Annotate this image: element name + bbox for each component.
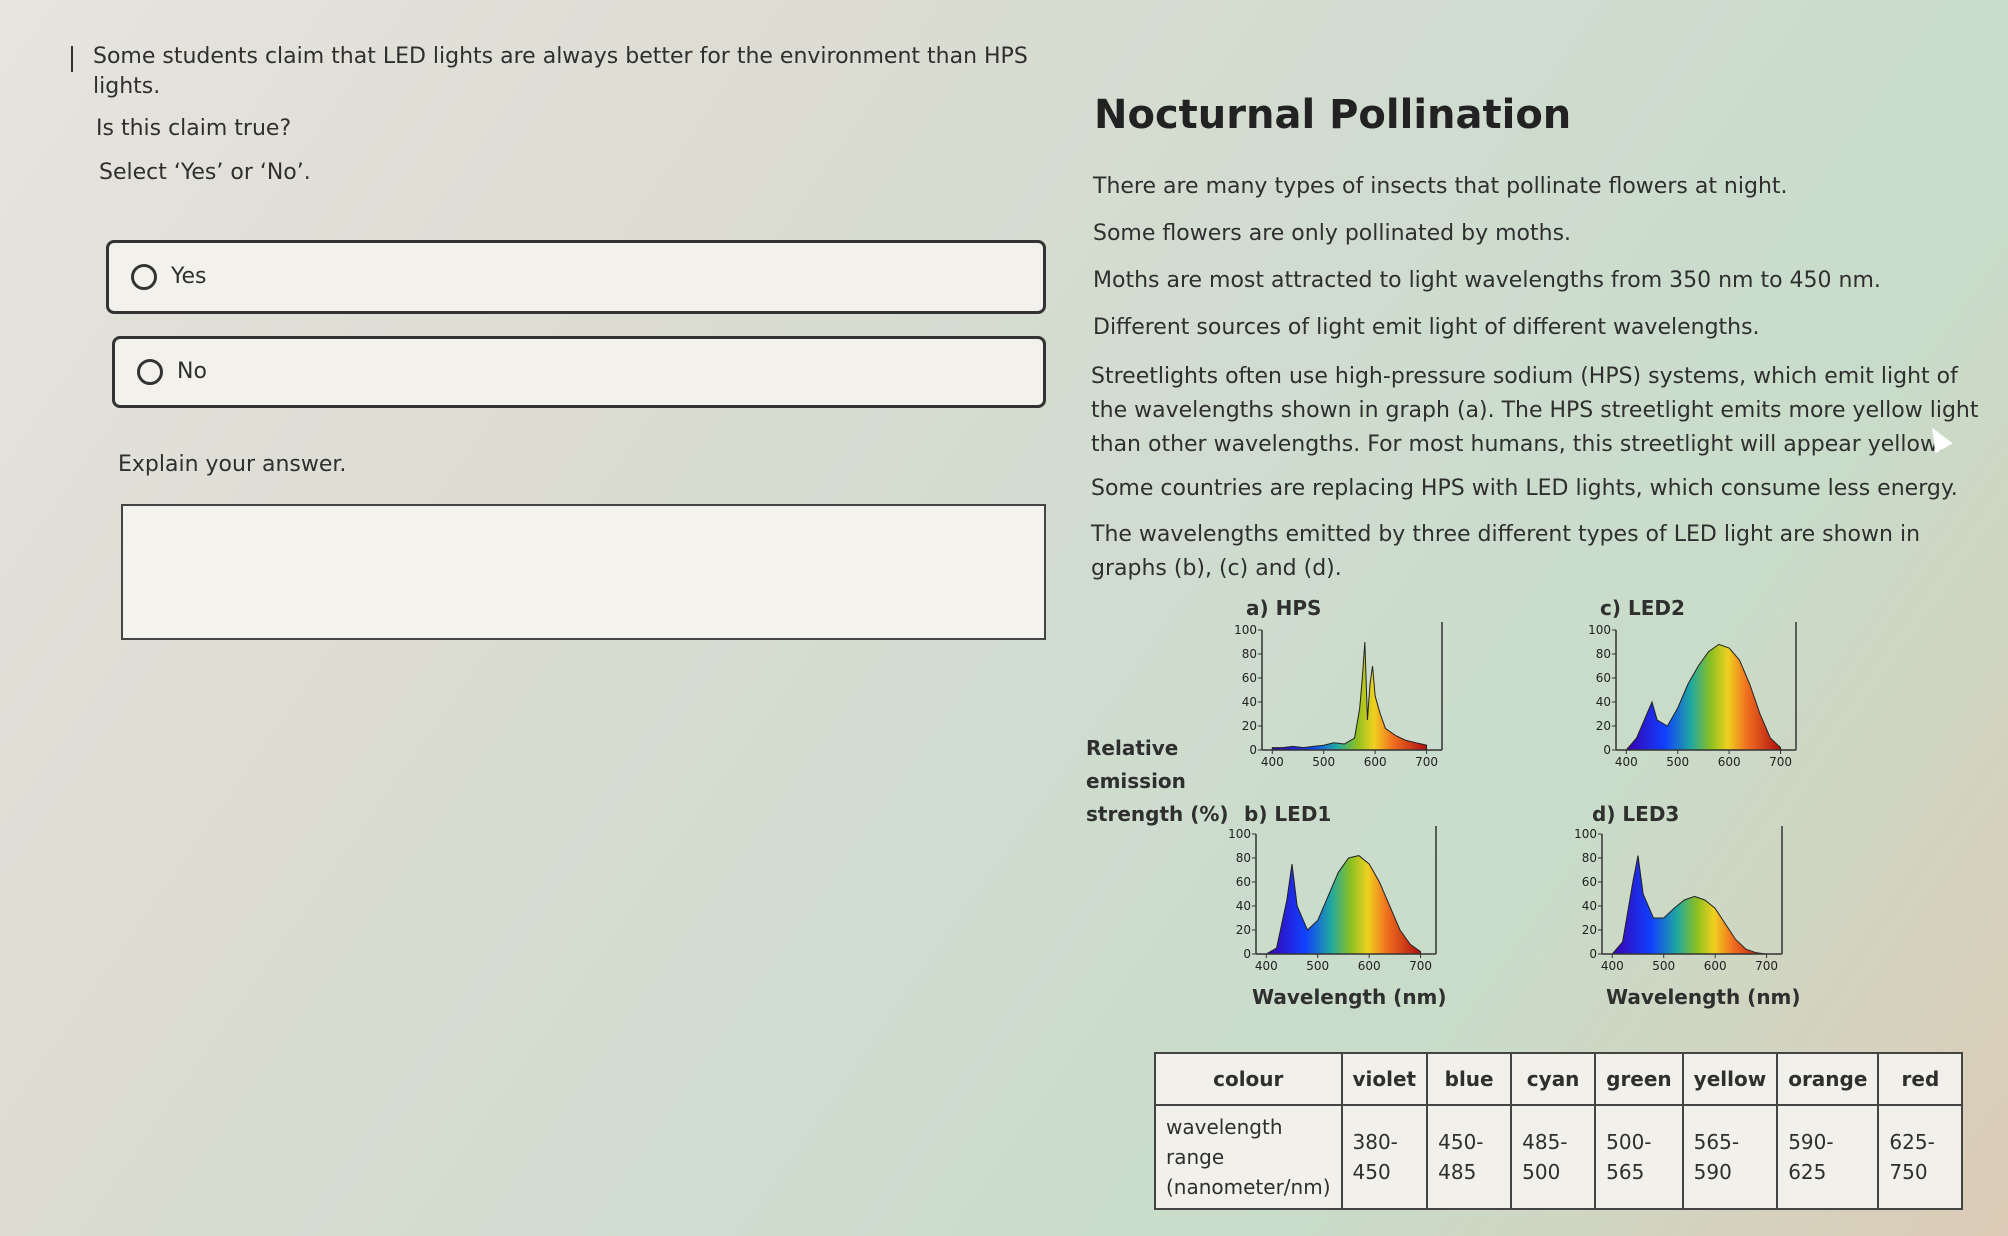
y-tick-label: 0 xyxy=(1243,947,1251,961)
table-header-cell: colour xyxy=(1154,1052,1343,1106)
question-instruction: Select ‘Yes’ or ‘No’. xyxy=(99,160,311,185)
y-tick-label: 80 xyxy=(1236,851,1251,865)
x-tick-label: 500 xyxy=(1306,959,1329,973)
spectrum-area xyxy=(1611,855,1767,955)
x-tick-label: 600 xyxy=(1704,959,1727,973)
x-axis-label-right: Wavelength (nm) xyxy=(1606,985,1801,1009)
x-tick-label: 500 xyxy=(1652,959,1675,973)
table-header-cell: green xyxy=(1594,1052,1684,1106)
y-tick-label: 40 xyxy=(1582,899,1597,913)
x-tick-label: 400 xyxy=(1261,755,1284,769)
y-tick-label: 40 xyxy=(1596,695,1611,709)
table-row-label: wavelength range (nanometer/nm) xyxy=(1154,1104,1343,1210)
x-tick-label: 500 xyxy=(1666,755,1689,769)
y-tick-label: 0 xyxy=(1603,743,1611,757)
table-cell: 450-485 xyxy=(1426,1104,1513,1210)
chart-title-hps: a) HPS xyxy=(1246,596,1322,620)
table-cell: 565-590 xyxy=(1681,1104,1779,1210)
y-tick-label: 60 xyxy=(1236,875,1251,889)
y-tick-label: 0 xyxy=(1249,743,1257,757)
option-no-label: No xyxy=(177,359,207,384)
y-tick-label: 60 xyxy=(1242,671,1257,685)
x-tick-label: 600 xyxy=(1364,755,1387,769)
table-header-cell: blue xyxy=(1426,1052,1513,1106)
x-tick-label: 400 xyxy=(1255,959,1278,973)
x-tick-label: 700 xyxy=(1755,959,1778,973)
y-tick-label: 20 xyxy=(1582,923,1597,937)
option-yes[interactable]: Yes xyxy=(106,240,1046,314)
table-header-cell: yellow xyxy=(1681,1052,1779,1106)
table-header-cell: violet xyxy=(1340,1052,1429,1106)
info-paragraph: Some countries are replacing HPS with LE… xyxy=(1091,476,1958,501)
y-tick-label: 100 xyxy=(1574,827,1597,841)
y-axis-label-line: emission xyxy=(1086,769,1186,793)
y-tick-label: 60 xyxy=(1582,875,1597,889)
spectrum-area xyxy=(1625,643,1782,751)
y-tick-label: 60 xyxy=(1596,671,1611,685)
table-cell: 485-500 xyxy=(1510,1104,1597,1210)
y-tick-label: 100 xyxy=(1234,623,1257,637)
table-cell: 590-625 xyxy=(1776,1104,1880,1210)
question-prompt: Some students claim that LED lights are … xyxy=(93,44,1028,99)
option-yes-label: Yes xyxy=(171,264,207,289)
y-axis-label: Relative emission strength (%) xyxy=(1086,732,1229,831)
x-tick-label: 400 xyxy=(1601,959,1624,973)
y-tick-label: 80 xyxy=(1596,647,1611,661)
info-paragraph: There are many types of insects that pol… xyxy=(1093,174,1788,199)
x-tick-label: 600 xyxy=(1718,755,1741,769)
option-no[interactable]: No xyxy=(112,336,1046,408)
table-cell: 625-750 xyxy=(1877,1104,1964,1210)
y-tick-label: 0 xyxy=(1589,947,1597,961)
x-tick-label: 500 xyxy=(1312,755,1335,769)
table-header-row: colour violet blue cyan green yellow ora… xyxy=(1154,1052,1964,1106)
text-cursor xyxy=(71,46,73,72)
table-header-cell: orange xyxy=(1776,1052,1880,1106)
y-axis-label-line: Relative xyxy=(1086,736,1179,760)
explain-label: Explain your answer. xyxy=(118,452,347,477)
x-axis-label-left: Wavelength (nm) xyxy=(1252,985,1447,1009)
y-tick-label: 40 xyxy=(1242,695,1257,709)
y-tick-label: 80 xyxy=(1582,851,1597,865)
table-cell: 500-565 xyxy=(1594,1104,1684,1210)
radio-yes[interactable] xyxy=(131,264,157,290)
x-tick-label: 700 xyxy=(1409,959,1432,973)
table-header-cell: cyan xyxy=(1510,1052,1597,1106)
y-tick-label: 20 xyxy=(1596,719,1611,733)
info-title: Nocturnal Pollination xyxy=(1094,92,1572,138)
spectrum-area xyxy=(1264,855,1422,955)
y-tick-label: 100 xyxy=(1588,623,1611,637)
info-paragraph: Moths are most attracted to light wavele… xyxy=(1093,268,1881,293)
x-tick-label: 700 xyxy=(1769,755,1792,769)
info-paragraph: Different sources of light emit light of… xyxy=(1093,315,1760,340)
answer-textarea[interactable] xyxy=(121,504,1046,640)
question-ask: Is this claim true? xyxy=(96,116,292,141)
info-paragraph: Streetlights often use high-pressure sod… xyxy=(1091,364,1979,457)
info-paragraph: The wavelengths emitted by three differe… xyxy=(1091,522,1921,581)
table-header-cell: red xyxy=(1877,1052,1964,1106)
radio-no[interactable] xyxy=(137,359,163,385)
y-axis-label-line: strength (%) xyxy=(1086,802,1229,826)
x-tick-label: 600 xyxy=(1358,959,1381,973)
y-tick-label: 20 xyxy=(1236,923,1251,937)
y-tick-label: 80 xyxy=(1242,647,1257,661)
x-tick-label: 700 xyxy=(1415,755,1438,769)
y-tick-label: 40 xyxy=(1236,899,1251,913)
y-tick-label: 100 xyxy=(1228,827,1251,841)
table-cell: 380-450 xyxy=(1340,1104,1429,1210)
spectrum-charts: 100806040200400 500 600 700100806040200400 5… xyxy=(1228,622,1797,973)
y-tick-label: 20 xyxy=(1242,719,1257,733)
spectrum-area xyxy=(1271,641,1428,751)
wavelength-table: colour violet blue cyan green yellow ora… xyxy=(1154,1052,1964,1210)
chart-title-led2: c) LED2 xyxy=(1600,596,1685,620)
x-tick-label: 400 xyxy=(1615,755,1638,769)
table-row: wavelength range (nanometer/nm) 380-450 … xyxy=(1154,1104,1964,1210)
info-paragraph: Some flowers are only pollinated by moth… xyxy=(1093,221,1572,246)
